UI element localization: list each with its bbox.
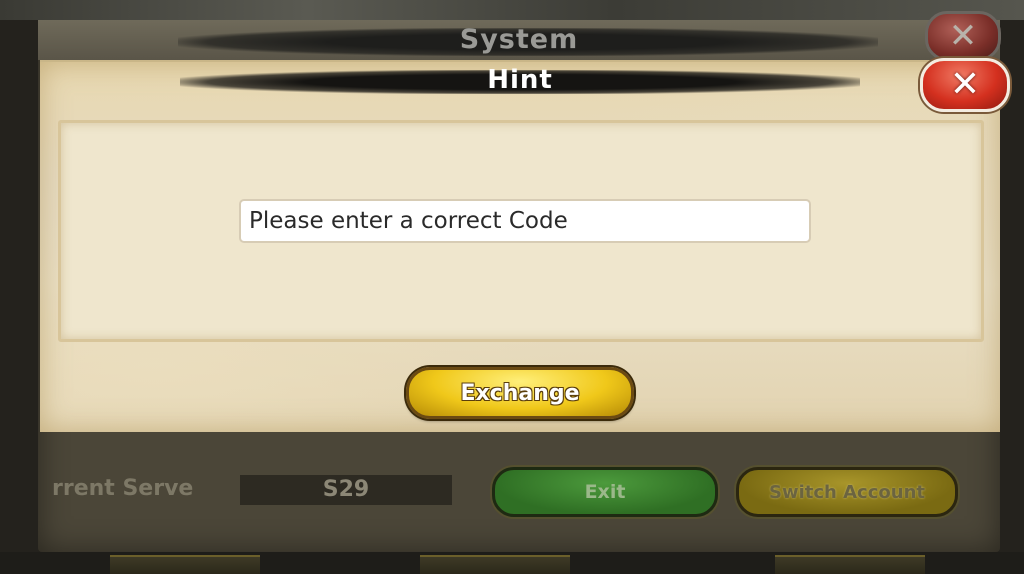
close-icon: ✕	[948, 16, 978, 56]
hint-close-button[interactable]: ✕	[920, 58, 1010, 112]
code-input[interactable]	[239, 199, 811, 243]
bottom-item-thumbnail	[110, 555, 260, 574]
system-close-button[interactable]: ✕	[925, 11, 1001, 61]
close-icon: ✕	[949, 64, 981, 105]
switch-account-button[interactable]: Switch Account	[736, 467, 958, 517]
system-header: System	[38, 20, 1000, 60]
bottom-item-thumbnail	[420, 555, 570, 574]
hint-dialog: Hint ✕ Exchange	[40, 58, 1010, 432]
current-server-value: S29	[240, 475, 452, 505]
bottom-item-thumbnail	[775, 555, 925, 574]
exchange-button[interactable]: Exchange	[406, 367, 634, 419]
game-screen: System ✕ rrent Serve S29 Exit Switch Acc…	[0, 0, 1024, 574]
hint-title: Hint	[487, 65, 553, 95]
system-title: System	[459, 24, 579, 55]
hint-content-box	[58, 120, 984, 342]
background-top-strip	[0, 0, 1024, 20]
exit-button[interactable]: Exit	[492, 467, 718, 517]
current-server-label: rrent Serve	[52, 476, 194, 501]
